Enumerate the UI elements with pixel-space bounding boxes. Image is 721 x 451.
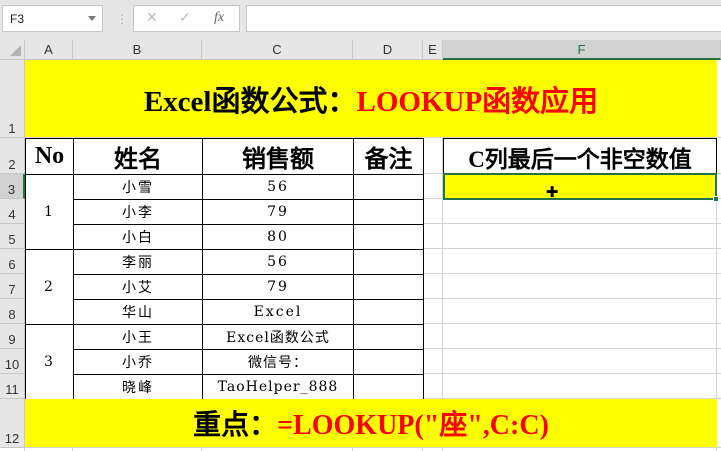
row-header-6[interactable]: 6 bbox=[0, 249, 25, 274]
title-black: Excel函数公式： bbox=[143, 85, 357, 118]
column-header-B[interactable]: B bbox=[73, 40, 202, 60]
row-header-4[interactable]: 4 bbox=[0, 199, 25, 224]
remark-cell[interactable] bbox=[353, 199, 424, 225]
table-header[interactable]: 销售额 bbox=[202, 138, 354, 175]
gridline bbox=[25, 447, 721, 448]
name-cell[interactable]: 小乔 bbox=[73, 349, 203, 375]
row-header-9[interactable]: 9 bbox=[0, 324, 25, 349]
title-cell[interactable]: Excel函数公式： LOOKUP函数应用 bbox=[25, 60, 717, 137]
row-header-8[interactable]: 8 bbox=[0, 299, 25, 324]
column-header-E[interactable]: E bbox=[423, 40, 443, 60]
formula-input[interactable] bbox=[246, 5, 721, 32]
remark-cell[interactable] bbox=[353, 299, 424, 325]
cursor-cross-icon: ✚ bbox=[545, 183, 559, 201]
row-header-7[interactable]: 7 bbox=[0, 274, 25, 299]
formula-buttons: ✕ ✓ fx bbox=[133, 5, 240, 32]
name-cell[interactable]: 小王 bbox=[73, 324, 203, 350]
remark-cell[interactable] bbox=[353, 174, 424, 200]
table-header[interactable]: No bbox=[25, 138, 74, 175]
remark-cell[interactable] bbox=[353, 274, 424, 300]
sales-cell[interactable]: 56 bbox=[202, 174, 354, 200]
select-all-icon bbox=[10, 45, 21, 56]
chevron-down-icon[interactable] bbox=[88, 16, 96, 21]
name-cell[interactable]: 华山 bbox=[73, 299, 203, 325]
footer-black: 重点： bbox=[193, 410, 278, 441]
result-header[interactable]: C列最后一个非空数值 bbox=[443, 138, 717, 175]
result-cell-selected[interactable] bbox=[443, 173, 717, 200]
row-header-10[interactable]: 10 bbox=[0, 349, 25, 374]
row-header-5[interactable]: 5 bbox=[0, 224, 25, 249]
row-header-1[interactable]: 1 bbox=[0, 60, 25, 138]
sales-cell[interactable]: 56 bbox=[202, 249, 354, 275]
fill-handle[interactable] bbox=[713, 196, 719, 202]
column-header-D[interactable]: D bbox=[353, 40, 423, 60]
sales-cell[interactable]: 微信号： bbox=[202, 349, 354, 375]
remark-cell[interactable] bbox=[353, 324, 424, 350]
insert-function-icon[interactable]: fx bbox=[214, 10, 224, 26]
row-header-11[interactable]: 11 bbox=[0, 374, 25, 399]
title-red: LOOKUP函数应用 bbox=[356, 85, 599, 118]
name-box[interactable]: F3 bbox=[2, 5, 103, 32]
drag-handle-icon[interactable]: ⋮ bbox=[116, 12, 128, 26]
sales-cell[interactable]: Excel函数公式 bbox=[202, 324, 354, 350]
sales-cell[interactable]: 79 bbox=[202, 199, 354, 225]
name-cell[interactable]: 李丽 bbox=[73, 249, 203, 275]
group-number-cell[interactable]: 1 bbox=[25, 174, 74, 250]
sales-cell[interactable]: Excel bbox=[202, 299, 354, 325]
group-number-cell[interactable]: 2 bbox=[25, 249, 74, 325]
column-header-F[interactable]: F bbox=[443, 40, 721, 60]
remark-cell[interactable] bbox=[353, 349, 424, 375]
sales-cell[interactable]: 80 bbox=[202, 224, 354, 250]
cancel-icon[interactable]: ✕ bbox=[146, 10, 158, 26]
row-header-2[interactable]: 2 bbox=[0, 138, 25, 174]
remark-cell[interactable] bbox=[353, 249, 424, 275]
table-header[interactable]: 姓名 bbox=[73, 138, 203, 175]
row-header-12[interactable]: 12 bbox=[0, 399, 25, 448]
select-all-button[interactable] bbox=[0, 40, 25, 60]
column-header-A[interactable]: A bbox=[25, 40, 73, 60]
sales-cell[interactable]: TaoHelper_888 bbox=[202, 374, 354, 400]
remark-cell[interactable] bbox=[353, 374, 424, 400]
sales-cell[interactable]: 79 bbox=[202, 274, 354, 300]
remark-cell[interactable] bbox=[353, 224, 424, 250]
enter-icon[interactable]: ✓ bbox=[179, 10, 191, 26]
name-cell[interactable]: 小白 bbox=[73, 224, 203, 250]
name-cell[interactable]: 小李 bbox=[73, 199, 203, 225]
name-cell[interactable]: 小艾 bbox=[73, 274, 203, 300]
group-number-cell[interactable]: 3 bbox=[25, 324, 74, 400]
column-header-C[interactable]: C bbox=[202, 40, 353, 60]
row-header-3[interactable]: 3 bbox=[0, 174, 25, 199]
name-cell[interactable]: 晓峰 bbox=[73, 374, 203, 400]
name-box-value: F3 bbox=[10, 12, 25, 26]
footer-red: =LOOKUP("座",C:C) bbox=[277, 410, 549, 441]
table-header[interactable]: 备注 bbox=[353, 138, 424, 175]
footer-cell[interactable]: 重点： =LOOKUP("座",C:C) bbox=[25, 399, 717, 447]
name-cell[interactable]: 小雪 bbox=[73, 174, 203, 200]
